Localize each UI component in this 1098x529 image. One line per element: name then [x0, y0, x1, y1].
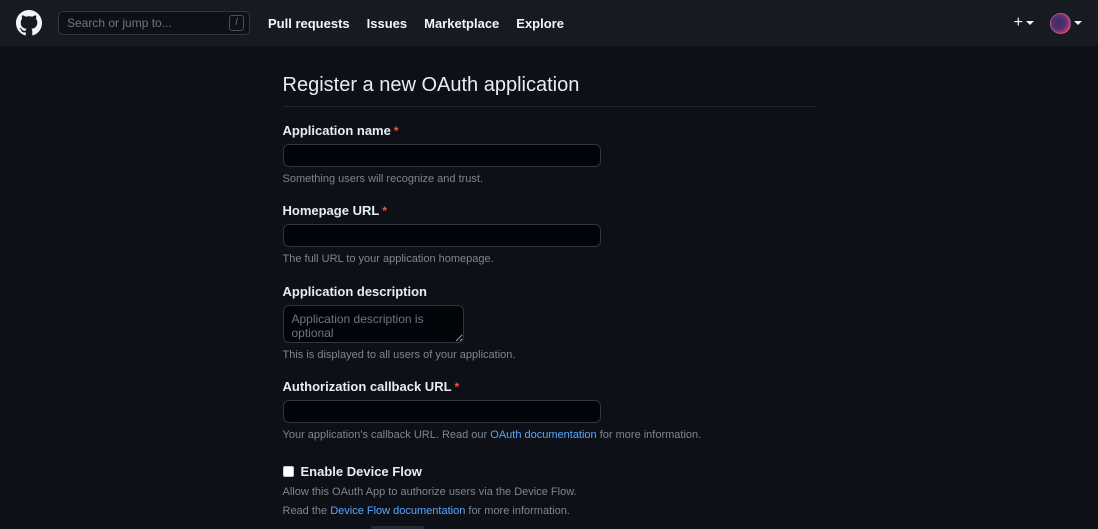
application-description-textarea[interactable] — [282, 304, 464, 343]
label-text: Homepage URL — [282, 203, 380, 219]
chevron-down-icon — [1026, 21, 1034, 25]
github-logo-icon[interactable] — [16, 10, 42, 36]
device-flow-help: Allow this OAuth App to authorize users … — [283, 485, 816, 520]
label-text: Authorization callback URL — [282, 379, 452, 395]
nav-explore[interactable]: Explore — [516, 16, 564, 31]
required-asterisk: * — [393, 124, 399, 138]
nav-pull-requests[interactable]: Pull requests — [268, 16, 350, 31]
application-name-input[interactable] — [282, 144, 601, 167]
search-input[interactable] — [67, 16, 230, 30]
user-menu[interactable] — [1050, 12, 1082, 34]
required-asterisk: * — [454, 380, 460, 395]
label-text: Application name — [282, 123, 391, 138]
homepage-url-input[interactable] — [282, 224, 601, 248]
enable-device-flow-row: Enable Device Flow — [282, 464, 816, 479]
plus-icon: + — [1013, 14, 1023, 31]
oauth-documentation-link[interactable]: OAuth documentation — [490, 429, 596, 441]
application-name-label: Application name * — [283, 123, 816, 138]
help-text-part: Your application's callback URL. Read ou… — [282, 429, 491, 442]
application-description-label: Application description — [282, 283, 427, 299]
header: / Pull requests Issues Marketplace Explo… — [0, 0, 1098, 46]
application-name-help: Something users will recognize and trust… — [282, 173, 484, 185]
callback-url-help: Your application's callback URL. Read ou… — [283, 428, 816, 443]
avatar — [1050, 12, 1071, 34]
help-text-part: for more information. — [465, 504, 570, 517]
search-box[interactable]: / — [58, 11, 250, 35]
homepage-url-help: The full URL to your application homepag… — [282, 253, 494, 266]
device-flow-documentation-link[interactable]: Device Flow documentation — [330, 505, 465, 517]
device-flow-help-line1: Allow this OAuth App to authorize users … — [282, 485, 577, 498]
homepage-url-label: Homepage URL * — [283, 203, 816, 218]
page-title: Register a new OAuth application — [282, 74, 816, 107]
nav-issues[interactable]: Issues — [367, 16, 407, 31]
homepage-url-group: Homepage URL * The full URL to your appli… — [282, 203, 816, 267]
top-nav: Pull requests Issues Marketplace Explore — [268, 16, 564, 31]
create-new-menu[interactable]: + — [1014, 15, 1034, 31]
help-text-part: for more information. — [596, 429, 702, 442]
enable-device-flow-label[interactable]: Enable Device Flow — [301, 464, 422, 479]
device-flow-help-line2: Read the Device Flow documentation for m… — [283, 504, 816, 519]
header-right: + — [1014, 12, 1082, 34]
callback-url-label: Authorization callback URL * — [283, 379, 816, 394]
enable-device-flow-checkbox[interactable] — [282, 465, 294, 477]
callback-url-group: Authorization callback URL * Your applica… — [282, 379, 816, 443]
application-description-group: Application description This is displaye… — [282, 283, 816, 363]
application-name-group: Application name * Something users will r… — [282, 123, 816, 187]
nav-marketplace[interactable]: Marketplace — [424, 16, 499, 31]
callback-url-input[interactable] — [282, 400, 601, 424]
search-shortcut-hint: / — [229, 15, 244, 31]
chevron-down-icon — [1074, 21, 1082, 25]
application-description-help: This is displayed to all users of your a… — [282, 348, 516, 361]
required-asterisk: * — [382, 204, 387, 219]
help-text-part: Read the — [282, 504, 331, 517]
main-content: Register a new OAuth application Applica… — [282, 46, 816, 529]
